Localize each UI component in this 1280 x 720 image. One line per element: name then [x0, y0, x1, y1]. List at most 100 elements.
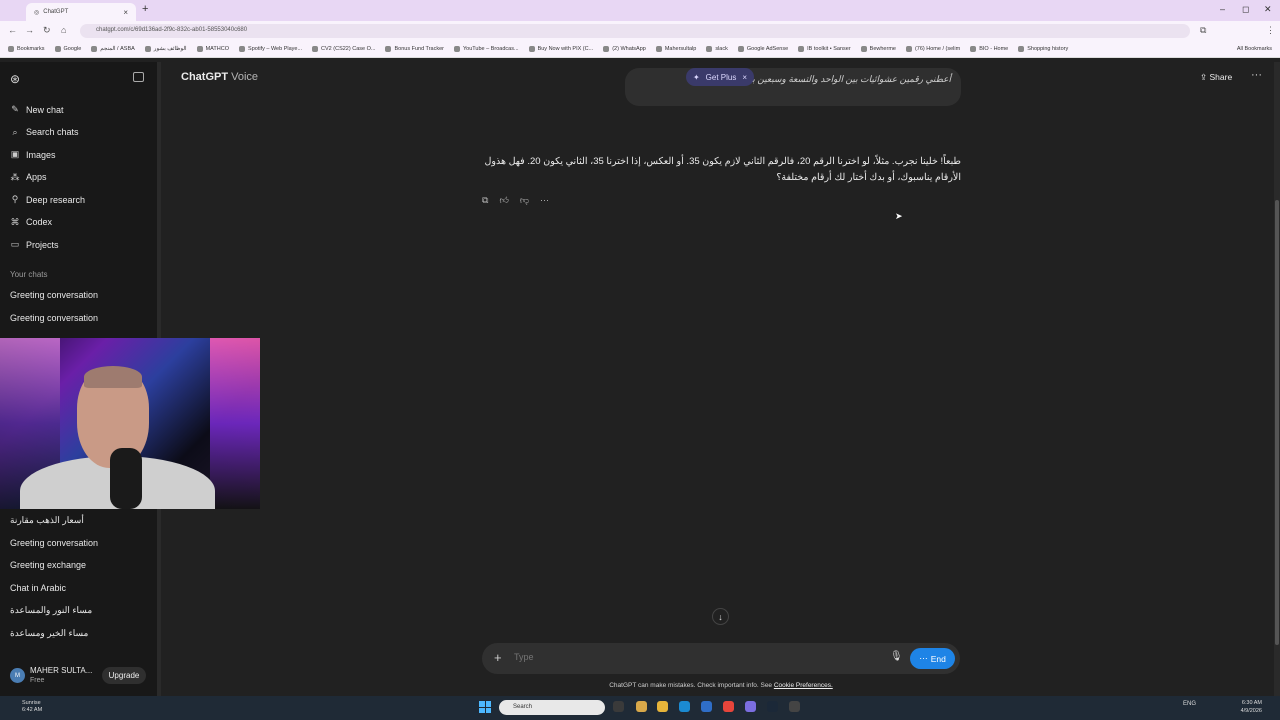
file-explorer-icon[interactable] — [657, 701, 668, 712]
close-window-icon[interactable]: ✕ — [1264, 4, 1272, 15]
chat-item[interactable]: مساء النور والمساعدة — [10, 605, 92, 616]
bookmark-label: CV2 (CS22) Case O... — [321, 46, 376, 52]
clock[interactable]: 6:30 AM 4/9/2026 — [1232, 699, 1262, 715]
sidebar-item-codex[interactable]: ⌘ Codex — [10, 217, 53, 228]
waveform-icon: ⋯ — [919, 653, 928, 663]
message-input[interactable] — [514, 652, 874, 662]
reload-icon[interactable]: ↻ — [43, 25, 51, 36]
end-voice-button[interactable]: ⋯ End — [910, 648, 955, 669]
sidebar-item-label: Deep research — [26, 194, 86, 205]
bookmark-favicon-icon — [798, 46, 805, 52]
bookmark-item[interactable]: Google AdSense — [737, 46, 788, 52]
copy-icon[interactable]: ⧉ — [482, 195, 488, 206]
bookmark-label: Buy Now with PIX (C... — [537, 46, 594, 52]
bookmark-item[interactable]: CV2 (CS22) Case O... — [312, 46, 375, 52]
bookmark-item[interactable]: MATHCO — [196, 46, 230, 52]
upgrade-button[interactable]: Upgrade — [102, 667, 146, 684]
bookmark-item[interactable]: (2) WhatsApp — [603, 46, 646, 52]
bookmark-item[interactable]: Bookmarks — [8, 46, 45, 52]
bookmark-item[interactable]: Google — [54, 46, 81, 52]
bookmark-label: Bonus Fund Tracker — [394, 46, 444, 52]
add-attachment-icon[interactable]: + — [494, 650, 502, 665]
user-name: MAHER SULTA... — [30, 666, 93, 675]
scroll-down-button[interactable]: ↓ — [712, 608, 729, 625]
thumbs-up-icon[interactable]: 👍︎ — [499, 195, 508, 206]
mouse-cursor-icon: ➤ — [895, 211, 903, 221]
research-icon: ⚲ — [11, 194, 19, 204]
sidebar-item-search-chats[interactable]: ⌕ Search chats — [10, 127, 78, 138]
bookmark-favicon-icon — [528, 46, 535, 52]
bookmark-item[interactable]: Spotify – Web Playe... — [239, 46, 302, 52]
sidebar-item-projects[interactable]: ▭ Projects — [10, 239, 59, 250]
user-profile[interactable]: M MAHER SULTA... Free Upgrade — [0, 658, 157, 694]
extensions-icon[interactable]: ⧉ — [1200, 25, 1206, 36]
maximize-icon[interactable]: ◻ — [1242, 4, 1249, 15]
bookmark-item[interactable]: BIO - Home — [970, 46, 1008, 52]
copilot-icon[interactable] — [636, 701, 647, 712]
chat-item[interactable]: Greeting conversation — [10, 538, 98, 548]
steam-icon[interactable] — [767, 701, 778, 712]
bookmarks-bar: Bookmarks Google المنجم / ASBA الوظائف بشور… — [0, 41, 1280, 58]
chat-item[interactable]: Greeting exchange — [10, 560, 86, 570]
cookie-preferences-link[interactable]: Cookie Preferences. — [774, 682, 833, 689]
forward-icon[interactable]: → — [25, 25, 34, 35]
bookmark-item[interactable]: Mahersultalp — [655, 46, 696, 52]
discord-icon[interactable] — [745, 701, 756, 712]
weather-widget[interactable]: Sunrise 6:42 AM — [10, 700, 42, 714]
chat-item[interactable]: Greeting conversation — [10, 290, 98, 300]
language-indicator[interactable]: ENG — [1183, 701, 1196, 707]
sidebar-item-apps[interactable]: ⁂ Apps — [10, 172, 47, 183]
more-icon[interactable]: ··· — [540, 195, 549, 206]
bookmark-item[interactable]: Buy Now with PIX (C... — [528, 46, 594, 52]
chat-item[interactable]: Greeting conversation — [10, 313, 98, 323]
browser-tab[interactable]: ◎ ChatGPT × — [26, 3, 136, 21]
sidebar-toggle-icon[interactable] — [133, 72, 144, 82]
bookmark-label: MATHCO — [205, 46, 230, 52]
chat-item[interactable]: أسعار الذهب مقارنة — [10, 515, 84, 526]
microphone-icon[interactable]: 🎙︎ — [890, 651, 903, 662]
browser-menu-icon[interactable]: ⋮ — [1266, 25, 1275, 36]
bookmark-item[interactable]: slack — [706, 46, 728, 52]
more-options-icon[interactable]: ··· — [1251, 69, 1262, 81]
thumbs-down-icon[interactable]: 👎︎ — [520, 195, 529, 206]
store-icon[interactable] — [701, 701, 712, 712]
edge-icon[interactable] — [679, 701, 690, 712]
bookmark-item[interactable]: (76) Home / (selim — [905, 46, 960, 52]
page-title[interactable]: ChatGPT Voice — [181, 71, 258, 83]
assistant-message: طبعاً! خلينا نجرب. مثلاً، لو اخترنا الرق… — [484, 156, 961, 183]
share-button[interactable]: ⇪ Share — [1200, 72, 1232, 83]
new-tab-button[interactable]: + — [142, 3, 148, 15]
taskbar-search[interactable]: Search — [499, 700, 605, 715]
bookmark-item[interactable]: IB toolkit • Sanser — [798, 46, 851, 52]
minimize-icon[interactable]: – — [1220, 4, 1225, 14]
bookmark-item[interactable]: الوظائف بشور — [144, 46, 187, 52]
bookmark-item[interactable]: YouTube – Broadcas... — [454, 46, 519, 52]
bookmark-favicon-icon — [905, 46, 912, 52]
all-bookmarks[interactable]: All Bookmarks — [1237, 46, 1280, 52]
close-tab-icon[interactable]: × — [123, 8, 128, 17]
url-field[interactable]: chatgpt.com/c/69d136ad-2f9c-832c-ab01-58… — [80, 24, 1190, 38]
bookmark-item[interactable]: Bonus Fund Tracker — [385, 46, 444, 52]
chat-item[interactable]: مساء الخير ومساعدة — [10, 628, 88, 639]
task-view-icon[interactable] — [613, 701, 624, 712]
home-icon[interactable]: ⌂ — [61, 25, 66, 35]
sidebar-item-deep-research[interactable]: ⚲ Deep research — [10, 194, 85, 205]
main-scrollbar-thumb[interactable] — [1275, 200, 1279, 645]
bookmark-favicon-icon — [603, 46, 610, 52]
chrome-icon[interactable] — [723, 701, 734, 712]
sidebar-item-images[interactable]: ▣ Images — [10, 149, 56, 160]
bookmark-favicon-icon — [737, 46, 744, 52]
get-plus-label: Get Plus — [705, 72, 737, 82]
app-icon[interactable] — [789, 701, 800, 712]
bookmark-item[interactable]: Shopping history — [1018, 46, 1068, 52]
bookmark-item[interactable]: Bewherme — [860, 46, 896, 52]
disclaimer: ChatGPT can make mistakes. Check importa… — [482, 682, 960, 689]
start-icon[interactable] — [479, 701, 491, 713]
bookmark-item[interactable]: المنجم / ASBA — [91, 46, 135, 52]
chatgpt-logo-icon[interactable]: ⊛ — [10, 72, 20, 86]
get-plus-button[interactable]: ✦ Get Plus × — [686, 68, 754, 86]
chat-item[interactable]: Chat in Arabic — [10, 583, 66, 593]
sidebar-item-new-chat[interactable]: ✎ New chat — [10, 104, 63, 115]
close-icon[interactable]: × — [742, 73, 747, 82]
back-icon[interactable]: ← — [8, 25, 17, 35]
